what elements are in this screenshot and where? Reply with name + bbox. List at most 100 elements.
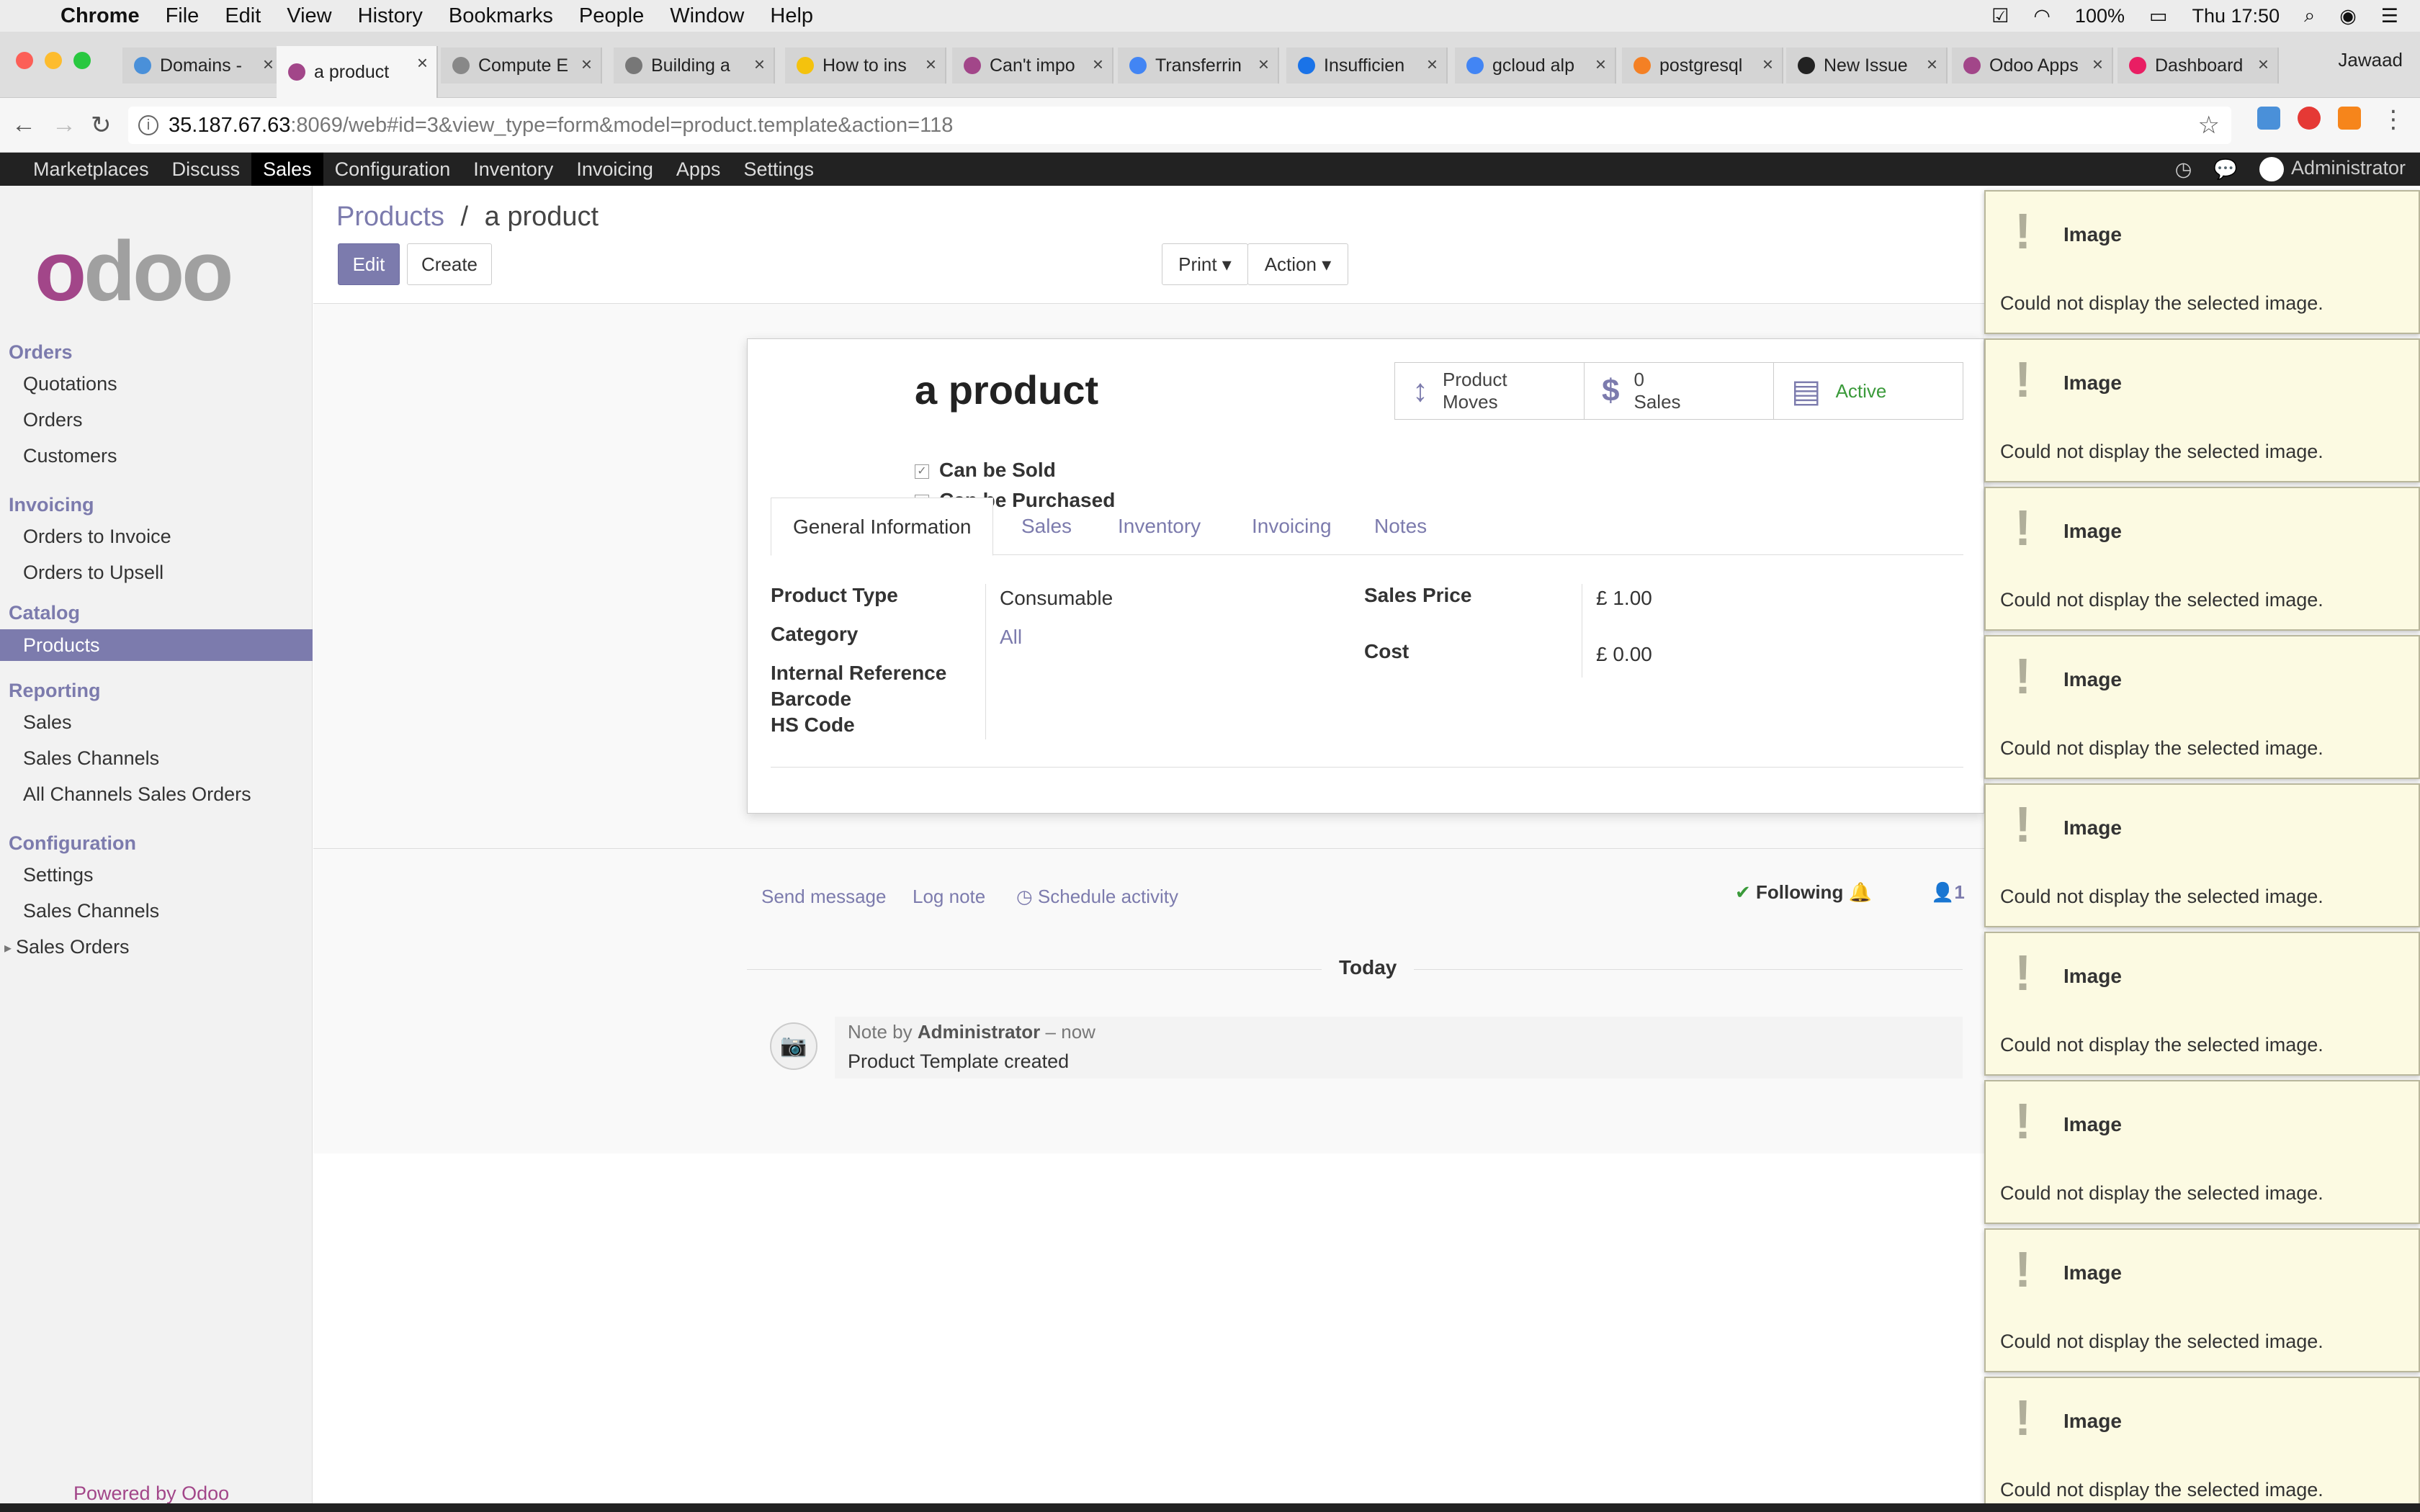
menu-history[interactable]: History bbox=[358, 4, 423, 28]
siri-icon[interactable]: ◉ bbox=[2339, 5, 2357, 27]
nav-settings[interactable]: Settings bbox=[732, 153, 825, 186]
tab-close-icon[interactable]: × bbox=[1762, 53, 1773, 76]
browser-tab[interactable]: Compute E × bbox=[441, 48, 602, 84]
reload-icon[interactable]: ↻ bbox=[91, 111, 112, 140]
nav-apps[interactable]: Apps bbox=[665, 153, 732, 186]
sidebar-item-products[interactable]: Products bbox=[0, 629, 313, 661]
menu-bookmarks[interactable]: Bookmarks bbox=[449, 4, 553, 28]
sidebar-item-all-channels-sales-orders[interactable]: All Channels Sales Orders bbox=[23, 783, 251, 806]
spotlight-search-icon[interactable]: ⌕ bbox=[2304, 4, 2315, 27]
browser-tab[interactable]: Domains - × bbox=[122, 48, 284, 84]
sidebar-item-customers[interactable]: Customers bbox=[23, 445, 117, 467]
browser-menu-icon[interactable]: ⋮ bbox=[2381, 105, 2406, 134]
can-be-sold-checkbox[interactable]: ✓ Can be Sold bbox=[915, 459, 1056, 482]
sidebar-item-sales-channels[interactable]: Sales Channels bbox=[23, 747, 159, 770]
sidebar-item-quotations[interactable]: Quotations bbox=[23, 373, 117, 395]
tab-close-icon[interactable]: × bbox=[1258, 53, 1269, 76]
profile-name[interactable]: Jawaad bbox=[2338, 49, 2403, 71]
nav-invoicing[interactable]: Invoicing bbox=[565, 153, 665, 186]
tab-close-icon[interactable]: × bbox=[417, 52, 428, 74]
notification-toast[interactable]: ! Image Could not display the selected ima… bbox=[1984, 190, 2420, 334]
checkmark-status-icon[interactable]: ☑ bbox=[1991, 5, 2009, 27]
tab-sales[interactable]: Sales bbox=[1000, 498, 1093, 555]
browser-tab[interactable]: Can't impo × bbox=[952, 48, 1113, 84]
tab-close-icon[interactable]: × bbox=[754, 53, 765, 76]
tab-invoicing[interactable]: Invoicing bbox=[1230, 498, 1353, 555]
menu-help[interactable]: Help bbox=[770, 4, 813, 28]
address-bar[interactable]: i 35.187.67.63:8069/web#id=3&view_type=f… bbox=[128, 107, 2231, 144]
menu-view[interactable]: View bbox=[287, 4, 331, 28]
browser-tab[interactable]: a product × bbox=[277, 46, 438, 98]
sidebar-item-sales-channels[interactable]: Sales Channels bbox=[23, 900, 159, 922]
battery-icon[interactable]: ▭ bbox=[2149, 5, 2168, 27]
nav-inventory[interactable]: Inventory bbox=[462, 153, 565, 186]
browser-tab[interactable]: New Issue × bbox=[1786, 48, 1948, 84]
log-note-button[interactable]: Log note bbox=[913, 886, 985, 908]
browser-tab[interactable]: Building a × bbox=[614, 48, 775, 84]
action-dropdown[interactable]: Action ▾ bbox=[1247, 243, 1348, 285]
tab-close-icon[interactable]: × bbox=[263, 53, 274, 76]
menu-window[interactable]: Window bbox=[670, 4, 744, 28]
browser-tab[interactable]: Insufficien × bbox=[1286, 48, 1448, 84]
bookmark-star-icon[interactable]: ☆ bbox=[2198, 107, 2220, 144]
followers-button[interactable]: 👤1 bbox=[1931, 881, 1965, 904]
tab-close-icon[interactable]: × bbox=[1427, 53, 1438, 76]
edit-button[interactable]: Edit bbox=[338, 243, 400, 285]
powered-by-link[interactable]: Odoo bbox=[182, 1482, 229, 1504]
browser-tab[interactable]: Transferrin × bbox=[1118, 48, 1279, 84]
activity-clock-icon[interactable]: ◷ bbox=[2175, 158, 2192, 181]
chat-bubbles-icon[interactable]: 💬 bbox=[2213, 158, 2238, 181]
following-button[interactable]: ✔ Following 🔔 bbox=[1735, 881, 1872, 904]
clock[interactable]: Thu 17:50 bbox=[2192, 5, 2280, 27]
sidebar-item-orders[interactable]: Orders bbox=[23, 409, 83, 431]
sidebar-item-sales[interactable]: Sales bbox=[23, 711, 72, 734]
browser-tab[interactable]: postgresql × bbox=[1622, 48, 1783, 84]
notification-toast[interactable]: ! Image Could not display the selected ima… bbox=[1984, 932, 2420, 1076]
user-menu[interactable]: Administrator bbox=[2259, 157, 2406, 181]
create-button[interactable]: Create bbox=[407, 243, 492, 285]
tab-close-icon[interactable]: × bbox=[581, 53, 592, 76]
notification-toast[interactable]: ! Image Could not display the selected ima… bbox=[1984, 487, 2420, 631]
notification-center-icon[interactable]: ☰ bbox=[2381, 5, 2398, 27]
notification-toast[interactable]: ! Image Could not display the selected ima… bbox=[1984, 635, 2420, 779]
sidebar-item-settings[interactable]: Settings bbox=[23, 864, 94, 886]
tab-close-icon[interactable]: × bbox=[2258, 53, 2269, 76]
metamask-extension-icon[interactable] bbox=[2338, 107, 2361, 130]
notification-toast[interactable]: ! Image Could not display the selected ima… bbox=[1984, 1228, 2420, 1372]
notification-toast[interactable]: ! Image Could not display the selected ima… bbox=[1984, 783, 2420, 927]
nav-discuss[interactable]: Discuss bbox=[161, 153, 252, 186]
menu-edit[interactable]: Edit bbox=[225, 4, 261, 28]
tab-close-icon[interactable]: × bbox=[2092, 53, 2103, 76]
wifi-icon[interactable]: ◠ bbox=[2033, 5, 2051, 27]
message-author[interactable]: Administrator bbox=[918, 1021, 1040, 1043]
browser-tab[interactable]: Dashboard × bbox=[2118, 48, 2279, 84]
sidebar-item-orders-to-invoice[interactable]: Orders to Invoice bbox=[23, 526, 171, 548]
window-minimize-icon[interactable] bbox=[45, 52, 62, 69]
nav-sales[interactable]: Sales bbox=[251, 153, 323, 186]
sidebar-item-orders-to-upsell[interactable]: Orders to Upsell bbox=[23, 562, 163, 584]
breadcrumb-products[interactable]: Products bbox=[336, 202, 444, 232]
menu-app-name[interactable]: Chrome bbox=[60, 4, 140, 28]
forward-arrow-icon[interactable]: → bbox=[52, 111, 76, 139]
tab-close-icon[interactable]: × bbox=[1927, 53, 1937, 76]
menu-people[interactable]: People bbox=[579, 4, 644, 28]
active-toggle-button[interactable]: ▤ Active bbox=[1773, 362, 1963, 420]
print-dropdown[interactable]: Print ▾ bbox=[1162, 243, 1248, 285]
browser-tab[interactable]: gcloud alp × bbox=[1455, 48, 1616, 84]
tab-close-icon[interactable]: × bbox=[926, 53, 936, 76]
schedule-activity-button[interactable]: ◷ Schedule activity bbox=[1016, 886, 1178, 908]
odoo-logo[interactable]: odoo bbox=[35, 229, 233, 314]
info-icon[interactable]: i bbox=[138, 115, 158, 135]
tab-close-icon[interactable]: × bbox=[1595, 53, 1606, 76]
category-value[interactable]: All bbox=[1000, 626, 1022, 649]
send-message-button[interactable]: Send message bbox=[761, 886, 886, 908]
sidebar-item-sales-orders[interactable]: Sales Orders bbox=[16, 936, 130, 958]
notification-toast[interactable]: ! Image Could not display the selected ima… bbox=[1984, 1080, 2420, 1224]
tab-close-icon[interactable]: × bbox=[1093, 53, 1103, 76]
tab-notes[interactable]: Notes bbox=[1353, 498, 1448, 555]
nav-marketplaces[interactable]: Marketplaces bbox=[22, 153, 161, 186]
tab-general-information[interactable]: General Information bbox=[771, 498, 994, 556]
browser-tab[interactable]: Odoo Apps × bbox=[1952, 48, 2113, 84]
extension-icon-2[interactable] bbox=[2298, 107, 2321, 130]
window-close-icon[interactable] bbox=[16, 52, 33, 69]
